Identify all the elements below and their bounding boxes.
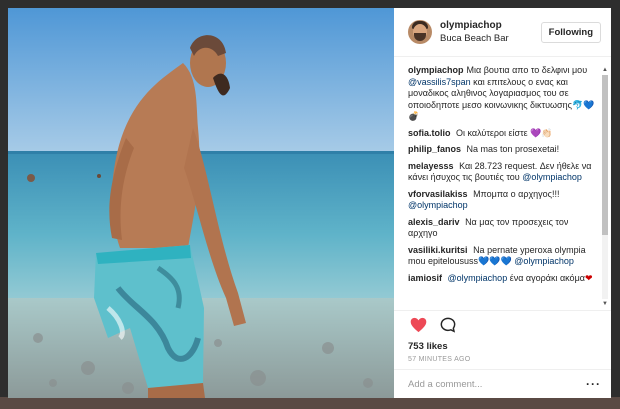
comment-username[interactable]: philip_fanos [408, 144, 461, 154]
comment-mention[interactable]: @olympiachop [448, 273, 508, 283]
comment-item: vasiliki.kuritsi Na pernate yperoxa olym… [408, 244, 586, 267]
comments-list: olympiachop Μια βουτια απο το δελφινι μου… [394, 57, 611, 310]
post-username[interactable]: olympiachop [440, 19, 541, 32]
comment-username[interactable]: sofia.tolio [408, 128, 451, 138]
comment-mention[interactable]: @olympiachop [522, 172, 582, 182]
caption-username[interactable]: olympiachop [408, 65, 464, 75]
comments-scrollbar[interactable]: ▲ ▼ [601, 66, 609, 308]
comment-mention[interactable]: @olympiachop [408, 200, 468, 210]
comment-username[interactable]: iamiosif [408, 273, 442, 283]
add-comment-bar: Add a comment... ··· [394, 369, 611, 398]
add-comment-input[interactable]: Add a comment... [408, 379, 586, 390]
caption-mention[interactable]: @vassilis7span [408, 77, 471, 87]
caption: olympiachop Μια βουτια απο το δελφινι μου… [408, 65, 595, 121]
scroll-down-arrow-icon[interactable]: ▼ [601, 300, 609, 308]
comment-username[interactable]: melayesss [408, 161, 454, 171]
scrollbar-thumb[interactable] [602, 75, 608, 235]
post-timestamp[interactable]: 57 MINUTES AGO [394, 352, 611, 369]
following-button[interactable]: Following [540, 21, 601, 43]
comment-username[interactable]: vforvasilakiss [408, 189, 468, 199]
post-modal: olympiachop Buca Beach Bar Following oly… [8, 8, 611, 398]
beach-photo-image [8, 8, 394, 398]
avatar[interactable] [408, 20, 432, 44]
comment-username[interactable]: alexis_dariv [408, 217, 460, 227]
comment-username[interactable]: vasiliki.kuritsi [408, 245, 468, 255]
post-location[interactable]: Buca Beach Bar [440, 32, 541, 45]
comment-item: alexis_dariv Να μας τον προσεχεις τον αρ… [408, 216, 569, 239]
comment-item: vforvasilakiss Μπομπα ο αρχηγος!!! @olym… [408, 188, 560, 211]
comment-icon[interactable] [438, 315, 458, 335]
comment-item: philip_fanos Na mas ton prosexetai! [408, 144, 560, 154]
post-header: olympiachop Buca Beach Bar Following [394, 8, 611, 57]
scroll-up-arrow-icon[interactable]: ▲ [601, 66, 609, 74]
heart-icon[interactable] [408, 315, 428, 335]
post-side-panel: olympiachop Buca Beach Bar Following oly… [394, 8, 611, 398]
likes-count[interactable]: 753 likes [394, 339, 611, 352]
comment-item: sofia.tolio Οι καλύτεροι είστε 💜👏🏻 [408, 127, 553, 138]
post-actions [394, 310, 611, 339]
post-photo [8, 8, 394, 398]
more-icon[interactable]: ··· [586, 377, 601, 391]
comment-item: iamiosif @olympiachop ένα αγοράκι ακόμα❤ [408, 272, 593, 283]
comment-mention[interactable]: @olympiachop [514, 256, 574, 266]
comment-item: melayesss Και 28.723 request. Δεν ήθελε … [408, 160, 592, 183]
